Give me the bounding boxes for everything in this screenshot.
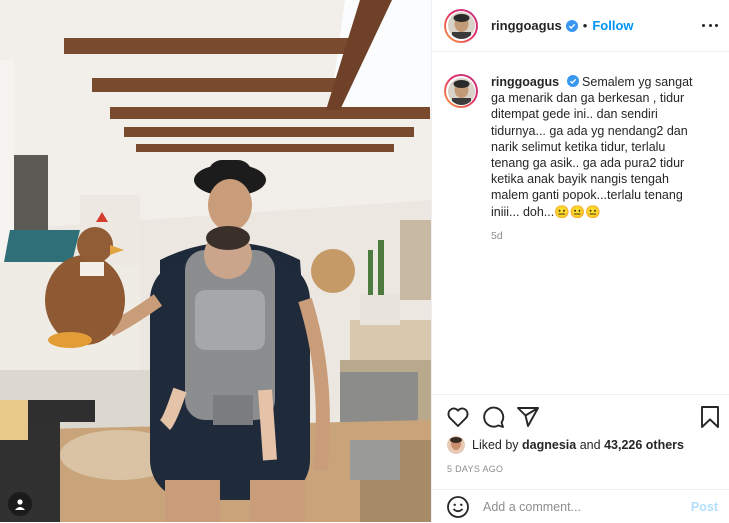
caption-verified-badge-icon bbox=[566, 75, 579, 87]
liker-avatar[interactable] bbox=[447, 436, 465, 454]
post-photo[interactable] bbox=[0, 0, 431, 522]
likes-summary: Liked by dagnesia and 43,226 others bbox=[447, 436, 684, 454]
liked-by-and: and bbox=[579, 438, 601, 452]
avatar[interactable] bbox=[447, 12, 475, 39]
add-comment-bar: Post bbox=[432, 489, 729, 523]
share-icon[interactable] bbox=[516, 405, 540, 429]
caption: ringgoagus Semalem yg sangat ga menarik … bbox=[444, 74, 716, 244]
post-side-panel: ringgoagus • Follow ringgoagus Semalem y… bbox=[431, 0, 729, 522]
heart-icon[interactable] bbox=[446, 405, 470, 429]
tagged-user-icon[interactable] bbox=[8, 492, 32, 516]
follow-button[interactable]: Follow bbox=[592, 18, 633, 33]
liked-by-count[interactable]: 43,226 others bbox=[604, 438, 684, 452]
story-ring[interactable] bbox=[444, 8, 478, 43]
photo-illustration bbox=[0, 0, 431, 522]
bookmark-icon[interactable] bbox=[698, 405, 722, 429]
header-username[interactable]: ringgoagus bbox=[491, 18, 562, 33]
caption-timestamp[interactable]: 5d bbox=[491, 228, 706, 244]
smiley-icon[interactable] bbox=[446, 495, 470, 519]
comments-section: ringgoagus Semalem yg sangat ga menarik … bbox=[432, 52, 729, 394]
instagram-post: ringgoagus • Follow ringgoagus Semalem y… bbox=[0, 0, 729, 522]
comment-icon[interactable] bbox=[481, 405, 505, 429]
more-horizontal-icon[interactable] bbox=[702, 17, 718, 33]
post-actions: Liked by dagnesia and 43,226 others 5 DA… bbox=[432, 394, 729, 522]
caption-body: ringgoagus Semalem yg sangat ga menarik … bbox=[491, 74, 706, 244]
header-separator: • bbox=[582, 18, 588, 33]
verified-badge-icon bbox=[565, 19, 578, 32]
comment-input[interactable] bbox=[483, 499, 683, 514]
post-age[interactable]: 5 DAYS AGO bbox=[447, 464, 503, 474]
liked-by-prefix: Liked by bbox=[472, 438, 519, 452]
caption-avatar[interactable] bbox=[447, 77, 475, 105]
post-comment-button[interactable]: Post bbox=[691, 500, 718, 514]
caption-story-ring[interactable] bbox=[444, 74, 478, 108]
post-header: ringgoagus • Follow bbox=[432, 0, 729, 52]
caption-username[interactable]: ringgoagus bbox=[491, 75, 559, 89]
caption-text: Semalem yg sangat ga menarik dan ga berk… bbox=[491, 75, 693, 219]
action-icons bbox=[446, 405, 722, 431]
liked-by-user[interactable]: dagnesia bbox=[522, 438, 576, 452]
